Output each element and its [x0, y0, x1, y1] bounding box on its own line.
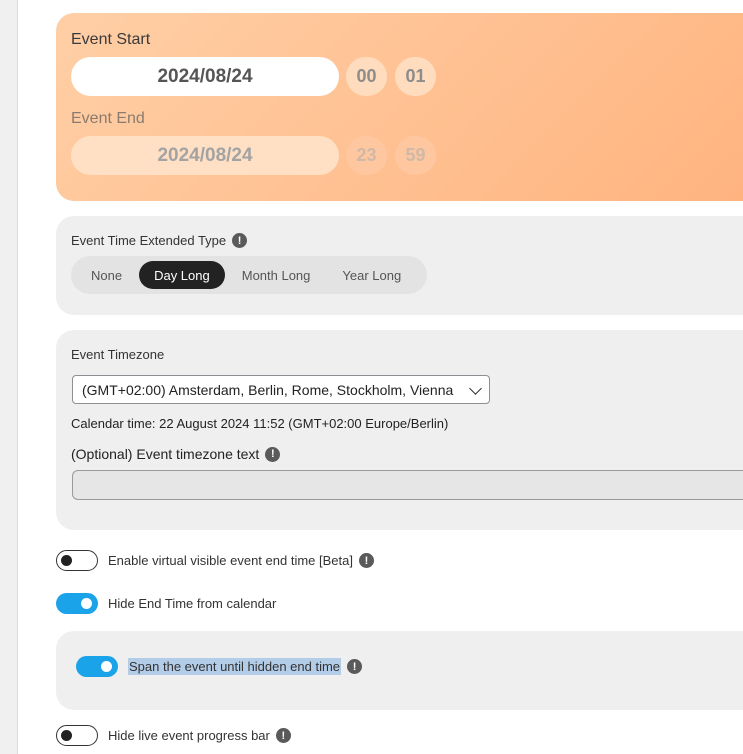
timezone-label: Event Timezone [71, 347, 165, 362]
toggle-knob [81, 598, 92, 609]
event-start-date[interactable]: 2024/08/24 [71, 57, 339, 96]
timezone-card: Event Timezone (GMT+02:00) Amsterdam, Be… [56, 330, 743, 530]
event-start-hour[interactable]: 00 [346, 57, 387, 96]
event-start-minute[interactable]: 01 [395, 57, 436, 96]
virtual-end-toggle[interactable] [56, 550, 98, 571]
timezone-select[interactable]: (GMT+02:00) Amsterdam, Berlin, Rome, Sto… [72, 375, 490, 404]
toggle-knob [61, 729, 72, 741]
info-icon[interactable]: ! [232, 233, 248, 248]
hide-progress-row: Hide live event progress bar ! [56, 725, 291, 746]
calendar-time-text: Calendar time: 22 August 2024 11:52 (GMT… [71, 416, 449, 431]
toggle-knob [101, 661, 112, 672]
event-datetime-card: Event Start 2024/08/24 00 01 Event End 2… [56, 13, 743, 201]
timezone-text-input[interactable] [72, 470, 743, 500]
timezone-text-label: (Optional) Event timezone text ! [71, 446, 281, 462]
hide-progress-label: Hide live event progress bar [108, 728, 270, 743]
segment-month-long[interactable]: Month Long [227, 261, 326, 289]
info-icon[interactable]: ! [265, 446, 281, 462]
extended-type-segmented-control: None Day Long Month Long Year Long [71, 256, 427, 294]
extended-type-card: Event Time Extended Type ! None Day Long… [56, 216, 743, 315]
timezone-selected-value: (GMT+02:00) Amsterdam, Berlin, Rome, Sto… [82, 381, 454, 398]
info-icon[interactable]: ! [275, 728, 291, 743]
settings-panel: Event Start 2024/08/24 00 01 Event End 2… [18, 0, 743, 754]
event-end-label: Event End [71, 110, 145, 127]
span-event-card: Span the event until hidden end time ! [56, 631, 743, 710]
hide-end-label: Hide End Time from calendar [108, 596, 277, 611]
info-icon[interactable]: ! [347, 659, 363, 674]
event-end-minute[interactable]: 59 [395, 136, 436, 175]
event-start-label: Event Start [71, 31, 151, 48]
timezone-text-label-text: (Optional) Event timezone text [71, 446, 260, 462]
span-hidden-toggle[interactable] [76, 656, 118, 677]
virtual-end-label: Enable virtual visible event end time [B… [108, 553, 353, 568]
admin-sidebar-edge [0, 0, 18, 754]
segment-year-long[interactable]: Year Long [327, 261, 416, 289]
virtual-end-row: Enable virtual visible event end time [B… [56, 550, 374, 571]
toggle-knob [61, 554, 72, 566]
info-icon[interactable]: ! [358, 553, 374, 568]
extended-type-label: Event Time Extended Type ! [71, 233, 248, 248]
segment-none[interactable]: None [76, 261, 137, 289]
hide-progress-toggle[interactable] [56, 725, 98, 746]
chevron-down-icon [469, 382, 482, 395]
event-end-hour[interactable]: 23 [346, 136, 387, 175]
hide-end-row: Hide End Time from calendar [56, 593, 276, 614]
span-hidden-row: Span the event until hidden end time ! [76, 656, 363, 677]
event-end-date[interactable]: 2024/08/24 [71, 136, 339, 175]
segment-day-long[interactable]: Day Long [139, 261, 225, 289]
extended-type-label-text: Event Time Extended Type [71, 233, 227, 248]
hide-end-toggle[interactable] [56, 593, 98, 614]
span-hidden-label: Span the event until hidden end time [128, 658, 342, 675]
